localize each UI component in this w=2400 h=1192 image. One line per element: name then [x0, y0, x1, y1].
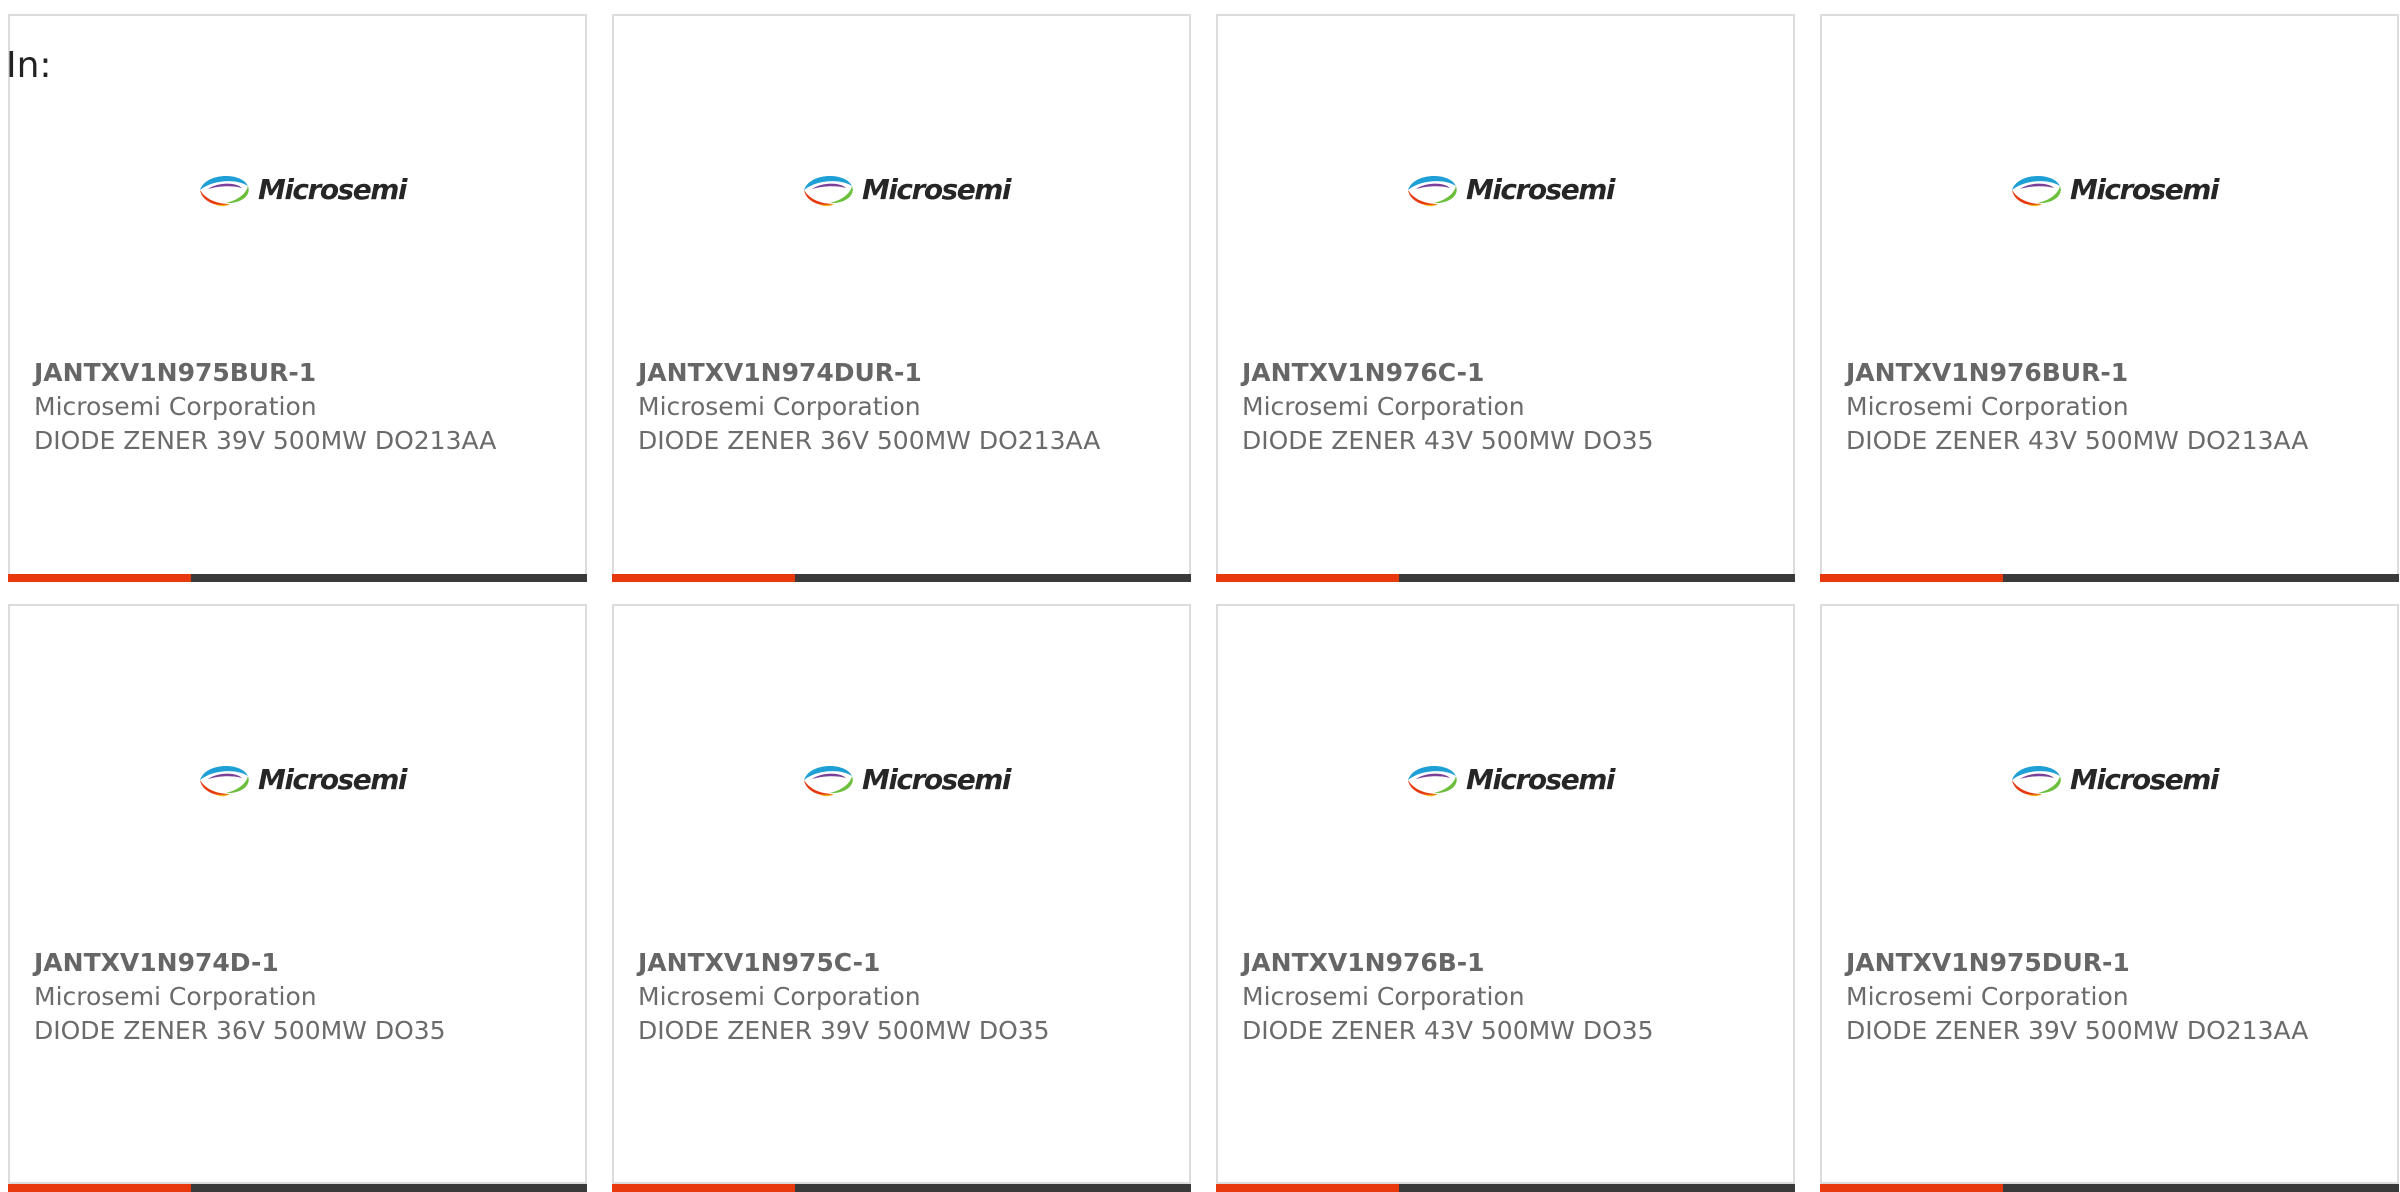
description: DIODE ZENER 39V 500MW DO35	[638, 1016, 1050, 1045]
manufacturer: Microsemi Corporation	[1846, 392, 2129, 421]
manufacturer: Microsemi Corporation	[638, 392, 921, 421]
part-number[interactable]: JANTXV1N976BUR-1	[1846, 356, 2373, 390]
description: DIODE ZENER 39V 500MW DO213AA	[1846, 1016, 2309, 1045]
card-bottom-bar	[8, 574, 587, 582]
microsemi-swirl-icon	[2011, 175, 2061, 207]
card-accent	[612, 574, 795, 582]
product-card[interactable]: Microsemi JANTXV1N975DUR-1 Microsemi Cor…	[1820, 604, 2399, 1192]
part-number[interactable]: JANTXV1N975BUR-1	[34, 356, 561, 390]
card-accent	[1216, 574, 1399, 582]
manufacturer: Microsemi Corporation	[1846, 982, 2129, 1011]
microsemi-logo: Microsemi	[1404, 758, 1616, 802]
part-number[interactable]: JANTXV1N974DUR-1	[638, 356, 1165, 390]
product-grid: Microsemi JANTXV1N975BUR-1 Microsemi Cor…	[8, 14, 2400, 1192]
microsemi-swirl-icon	[803, 175, 853, 207]
card-accent	[1820, 1184, 2003, 1192]
card-bottom-bar	[612, 1184, 1191, 1192]
card-accent	[8, 1184, 191, 1192]
part-number[interactable]: JANTXV1N976B-1	[1242, 946, 1769, 980]
card-bottom-bar	[1216, 1184, 1795, 1192]
card-bottom-bar	[1216, 574, 1795, 582]
microsemi-logo: Microsemi	[196, 758, 408, 802]
logo-text: Microsemi	[2069, 763, 2220, 796]
product-info: JANTXV1N975C-1 Microsemi Corporation DIO…	[638, 946, 1165, 1048]
card-bottom-bar	[1820, 574, 2399, 582]
logo-text: Microsemi	[257, 173, 408, 206]
product-info: JANTXV1N975BUR-1 Microsemi Corporation D…	[34, 356, 561, 458]
product-card[interactable]: Microsemi JANTXV1N974D-1 Microsemi Corpo…	[8, 604, 587, 1192]
microsemi-swirl-icon	[199, 765, 249, 797]
description: DIODE ZENER 43V 500MW DO35	[1242, 426, 1654, 455]
manufacturer: Microsemi Corporation	[1242, 392, 1525, 421]
card-accent	[1820, 574, 2003, 582]
product-info: JANTXV1N976BUR-1 Microsemi Corporation D…	[1846, 356, 2373, 458]
microsemi-logo: Microsemi	[1404, 168, 1616, 212]
microsemi-swirl-icon	[1407, 765, 1457, 797]
manufacturer: Microsemi Corporation	[638, 982, 921, 1011]
description: DIODE ZENER 36V 500MW DO213AA	[638, 426, 1101, 455]
microsemi-logo: Microsemi	[800, 758, 1012, 802]
microsemi-swirl-icon	[803, 765, 853, 797]
description: DIODE ZENER 43V 500MW DO35	[1242, 1016, 1654, 1045]
microsemi-swirl-icon	[2011, 765, 2061, 797]
product-info: JANTXV1N974D-1 Microsemi Corporation DIO…	[34, 946, 561, 1048]
logo-text: Microsemi	[1465, 763, 1616, 796]
product-card[interactable]: Microsemi JANTXV1N976B-1 Microsemi Corpo…	[1216, 604, 1795, 1192]
product-card[interactable]: Microsemi JANTXV1N975BUR-1 Microsemi Cor…	[8, 14, 587, 582]
filter-label: In:	[6, 45, 52, 86]
product-card[interactable]: Microsemi JANTXV1N974DUR-1 Microsemi Cor…	[612, 14, 1191, 582]
description: DIODE ZENER 43V 500MW DO213AA	[1846, 426, 2309, 455]
microsemi-logo: Microsemi	[196, 168, 408, 212]
microsemi-logo: Microsemi	[800, 168, 1012, 212]
part-number[interactable]: JANTXV1N975DUR-1	[1846, 946, 2373, 980]
manufacturer: Microsemi Corporation	[34, 982, 317, 1011]
card-bottom-bar	[8, 1184, 587, 1192]
product-info: JANTXV1N975DUR-1 Microsemi Corporation D…	[1846, 946, 2373, 1048]
part-number[interactable]: JANTXV1N975C-1	[638, 946, 1165, 980]
manufacturer: Microsemi Corporation	[34, 392, 317, 421]
logo-text: Microsemi	[861, 763, 1012, 796]
logo-text: Microsemi	[1465, 173, 1616, 206]
description: DIODE ZENER 36V 500MW DO35	[34, 1016, 446, 1045]
card-accent	[8, 574, 191, 582]
product-info: JANTXV1N976B-1 Microsemi Corporation DIO…	[1242, 946, 1769, 1048]
logo-text: Microsemi	[257, 763, 408, 796]
microsemi-swirl-icon	[1407, 175, 1457, 207]
product-card[interactable]: Microsemi JANTXV1N975C-1 Microsemi Corpo…	[612, 604, 1191, 1192]
logo-text: Microsemi	[861, 173, 1012, 206]
part-number[interactable]: JANTXV1N974D-1	[34, 946, 561, 980]
card-accent	[612, 1184, 795, 1192]
product-card[interactable]: Microsemi JANTXV1N976BUR-1 Microsemi Cor…	[1820, 14, 2399, 582]
microsemi-logo: Microsemi	[2008, 168, 2220, 212]
part-number[interactable]: JANTXV1N976C-1	[1242, 356, 1769, 390]
card-bottom-bar	[612, 574, 1191, 582]
microsemi-swirl-icon	[199, 175, 249, 207]
logo-text: Microsemi	[2069, 173, 2220, 206]
microsemi-logo: Microsemi	[2008, 758, 2220, 802]
description: DIODE ZENER 39V 500MW DO213AA	[34, 426, 497, 455]
card-bottom-bar	[1820, 1184, 2399, 1192]
product-info: JANTXV1N974DUR-1 Microsemi Corporation D…	[638, 356, 1165, 458]
product-info: JANTXV1N976C-1 Microsemi Corporation DIO…	[1242, 356, 1769, 458]
manufacturer: Microsemi Corporation	[1242, 982, 1525, 1011]
product-card[interactable]: Microsemi JANTXV1N976C-1 Microsemi Corpo…	[1216, 14, 1795, 582]
card-accent	[1216, 1184, 1399, 1192]
